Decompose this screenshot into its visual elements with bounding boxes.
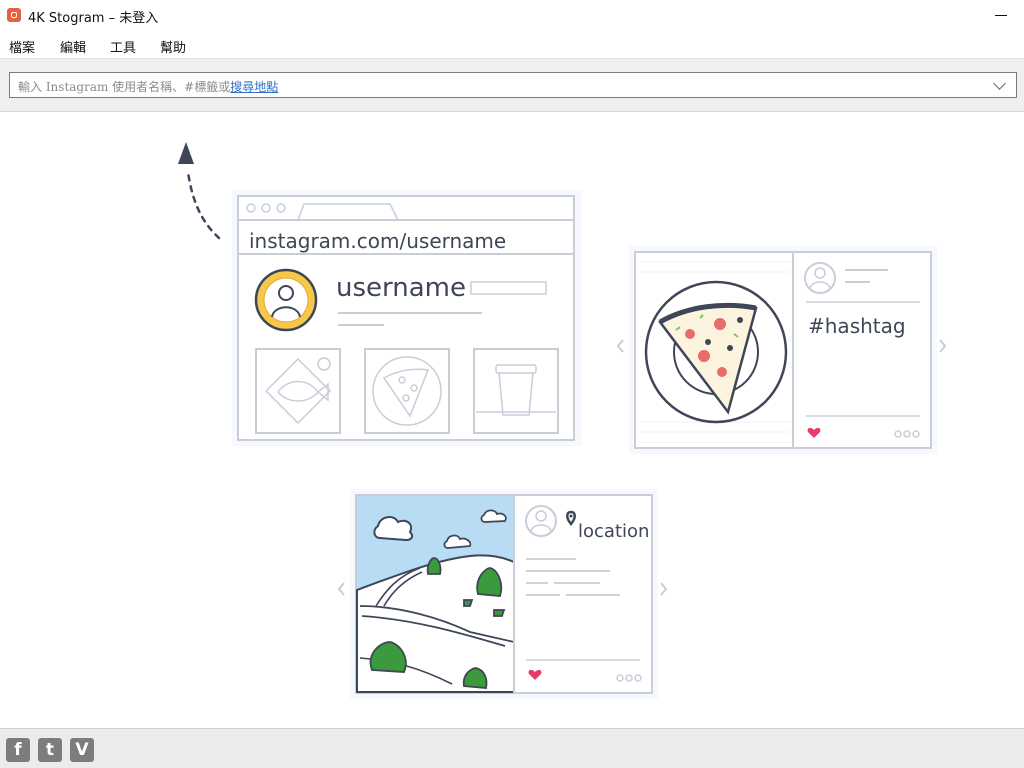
menu-tools[interactable]: 工具 (109, 37, 137, 56)
welcome-illustration: instagram.com/username username #hashtag… (0, 112, 1024, 728)
menu-bar: 檔案 編輯 工具 幫助 (0, 32, 1024, 58)
profile-username-text: username (336, 273, 466, 303)
profile-avatar-icon (254, 268, 318, 332)
minimize-button[interactable] (978, 0, 1024, 32)
menu-edit[interactable]: 編輯 (59, 37, 87, 56)
arrow-up-icon (178, 142, 221, 240)
hashtag-card: #hashtag (616, 246, 947, 454)
chevron-left-icon (616, 339, 624, 353)
title-bar: 4K Stogram – 未登入 (0, 0, 1024, 32)
landscape-image (356, 496, 515, 693)
vimeo-icon[interactable]: V (70, 738, 94, 762)
search-placeholder: 輸入 Instagram 使用者名稱、#標籤或搜尋地點 (18, 78, 278, 95)
chevron-left-icon (337, 582, 345, 596)
window-title: 4K Stogram – 未登入 (28, 11, 159, 26)
cloud-icon (373, 516, 414, 542)
profile-url-text: instagram.com/username (249, 229, 506, 253)
chevron-down-icon[interactable] (993, 77, 1006, 90)
location-text: location (578, 521, 649, 542)
search-input[interactable]: 輸入 Instagram 使用者名稱、#標籤或搜尋地點 (9, 72, 1017, 98)
search-toolbar: 輸入 Instagram 使用者名稱、#標籤或搜尋地點 (0, 58, 1024, 112)
location-card: location (337, 489, 668, 699)
hashtag-text: #hashtag (808, 314, 906, 338)
search-placeholder-text: 輸入 Instagram 使用者名稱、#標籤或 (18, 80, 231, 94)
menu-file[interactable]: 檔案 (8, 37, 36, 56)
chevron-right-icon (660, 582, 668, 596)
app-logo-icon (7, 8, 21, 22)
profile-card: instagram.com/username username (232, 190, 582, 446)
twitter-icon[interactable]: t (38, 738, 62, 762)
search-location-link[interactable]: 搜尋地點 (230, 80, 278, 94)
pizza-plate-icon (644, 280, 788, 424)
illustration-canvas: instagram.com/username username #hashtag… (178, 142, 947, 699)
menu-help[interactable]: 幫助 (159, 37, 187, 56)
chevron-right-icon (939, 339, 947, 353)
status-bar: f t V (0, 728, 1024, 768)
facebook-icon[interactable]: f (6, 738, 30, 762)
